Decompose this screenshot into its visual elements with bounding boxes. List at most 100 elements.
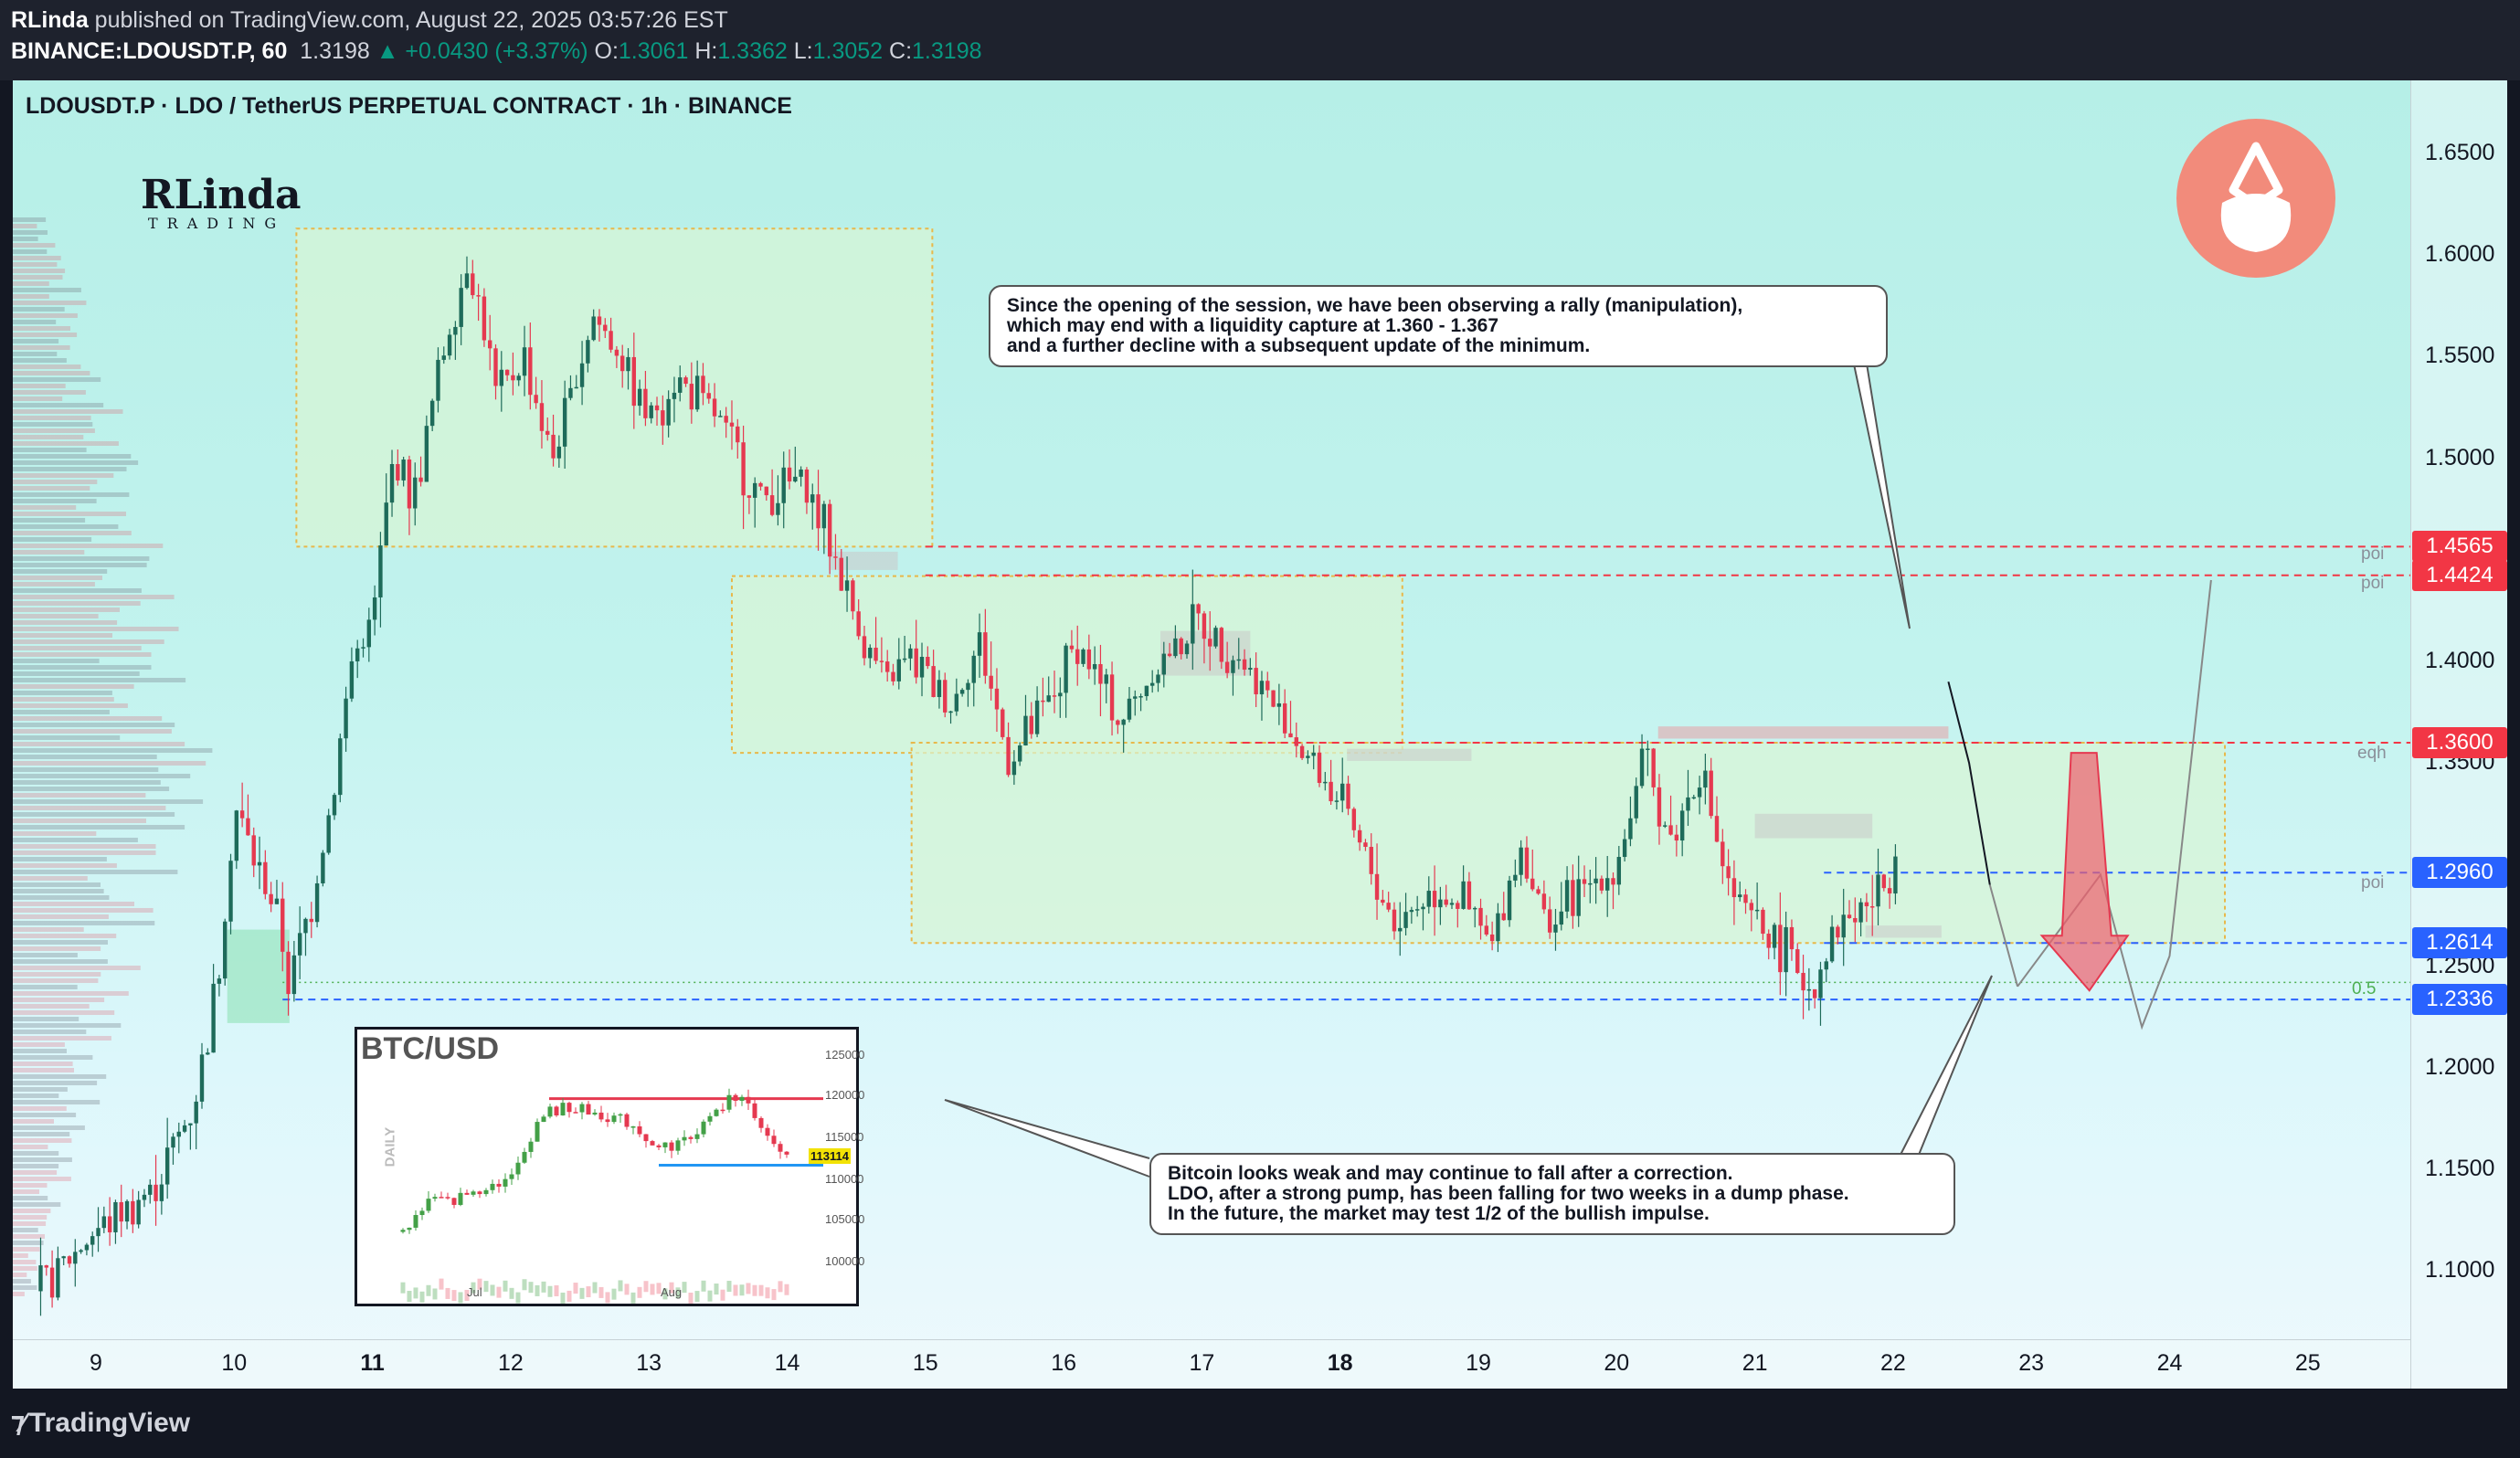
btc-inset-chart: BTC/USD DAILY 125000 120000 115000 11000… xyxy=(355,1027,864,1306)
candle-body xyxy=(637,388,642,407)
candle-body xyxy=(424,426,429,482)
candle-body xyxy=(989,675,993,689)
volume-profile-bar xyxy=(13,480,98,484)
tradingview-logo[interactable]: ⁊⁄ TradingView xyxy=(11,1407,190,1439)
candle-body xyxy=(1386,903,1391,910)
volume-profile-bar xyxy=(13,486,90,491)
publisher-name[interactable]: RLinda xyxy=(11,7,89,33)
btc-candle-body xyxy=(400,1230,406,1232)
btc-volume-bar xyxy=(445,1287,450,1299)
candle-body xyxy=(1836,926,1840,938)
volume-profile-bar xyxy=(13,217,47,222)
candle-body xyxy=(827,503,832,557)
time-tick: 20 xyxy=(1604,1350,1630,1376)
candle-body xyxy=(1173,638,1178,657)
candle-body xyxy=(1709,770,1713,817)
candle-body xyxy=(441,355,446,360)
candle-body xyxy=(281,898,285,952)
chart-pane[interactable]: LDOUSDT.P · LDO / TetherUS PERPETUAL CON… xyxy=(13,80,2507,1389)
volume-profile-bar xyxy=(13,524,119,529)
volume-profile-bar xyxy=(13,454,132,459)
candle-body xyxy=(142,1194,147,1200)
volume-profile-bar xyxy=(13,505,77,510)
candle-body xyxy=(736,426,740,443)
candle-body xyxy=(689,384,694,410)
candle-body xyxy=(159,1184,164,1201)
volume-profile-bar xyxy=(13,735,121,740)
volume-profile-bar xyxy=(13,742,185,746)
candle-body xyxy=(631,356,637,407)
candle-body xyxy=(661,410,665,426)
btc-candle-body xyxy=(528,1141,534,1152)
candle-body xyxy=(326,815,331,853)
btc-candle-body xyxy=(739,1096,745,1101)
candle-body xyxy=(551,434,556,459)
btc-candle-body xyxy=(413,1215,418,1228)
volume-profile-bar xyxy=(13,1234,45,1239)
candle-body xyxy=(844,580,850,591)
volume-profile-bar xyxy=(13,544,164,548)
price-tick: 1.4000 xyxy=(2425,648,2495,673)
volume-profile-bar xyxy=(13,441,119,446)
candle-body xyxy=(1772,924,1777,948)
volume-profile-bar xyxy=(13,1145,48,1149)
candle-body xyxy=(919,657,925,678)
btc-candle-body xyxy=(509,1174,514,1179)
candle-body xyxy=(1149,682,1155,686)
high-value: 1.3362 xyxy=(717,38,788,64)
candle-body xyxy=(1697,787,1702,798)
candle-body xyxy=(1138,696,1143,698)
ohlc-line: BINANCE:LDOUSDT.P, 60 1.3198 ▲ +0.0430 (… xyxy=(11,38,982,65)
candle-body xyxy=(1858,902,1863,923)
btc-volume-bar xyxy=(624,1284,630,1295)
btc-tick-120000: 120000 xyxy=(825,1088,865,1102)
candle-body xyxy=(609,331,613,350)
volume-profile-bar xyxy=(13,588,142,593)
candle-body xyxy=(1841,914,1846,938)
btc-volume-bar xyxy=(509,1287,514,1299)
volume-profile-bar xyxy=(13,914,109,919)
published-text: published on TradingView.com, August 22,… xyxy=(94,7,728,33)
candle-body xyxy=(471,273,475,296)
candle-body xyxy=(994,688,1000,710)
h-label: H: xyxy=(694,38,718,64)
time-tick: 23 xyxy=(2018,1350,2045,1376)
btc-candle-body xyxy=(630,1125,636,1128)
candle-body xyxy=(810,494,815,503)
candle-body xyxy=(959,690,965,694)
publish-line: RLinda published on TradingView.com, Aug… xyxy=(11,7,728,34)
time-tick: 13 xyxy=(636,1350,662,1376)
candle-body xyxy=(154,1184,158,1201)
volume-profile-bar xyxy=(13,978,99,983)
candle-body xyxy=(194,1101,198,1124)
candle-body xyxy=(1156,674,1160,683)
candle-body xyxy=(1248,668,1253,671)
symbol-label[interactable]: BINANCE:LDOUSDT.P, 60 xyxy=(11,38,287,64)
btc-candle-body xyxy=(784,1151,789,1155)
time-tick: 21 xyxy=(1742,1350,1768,1376)
candle-body xyxy=(349,660,355,699)
candle-body xyxy=(1011,761,1017,776)
last-price: 1.3198 xyxy=(300,38,370,64)
btc-candle-body xyxy=(566,1103,572,1113)
btc-candle-body xyxy=(611,1115,617,1123)
candle-body xyxy=(701,375,705,394)
candle-body xyxy=(269,893,273,904)
candle-body xyxy=(1686,797,1690,811)
btc-volume-bar xyxy=(758,1284,764,1296)
candle-body xyxy=(1276,703,1282,707)
candle-body xyxy=(1340,783,1345,801)
candle-body xyxy=(176,1131,181,1137)
candle-body xyxy=(482,296,487,341)
btc-candle-body xyxy=(752,1103,757,1118)
candle-body xyxy=(1109,674,1115,721)
candle-body xyxy=(1766,934,1771,948)
price-tag-1.2336: 1.2336 xyxy=(2412,984,2507,1016)
price-tick: 1.1500 xyxy=(2425,1156,2495,1181)
candle-body xyxy=(1743,894,1748,903)
candle-body xyxy=(1564,880,1570,912)
volume-profile-bar xyxy=(13,428,95,433)
candle-body xyxy=(1599,878,1604,891)
candle-body xyxy=(539,403,545,431)
candle-body xyxy=(1634,786,1638,819)
